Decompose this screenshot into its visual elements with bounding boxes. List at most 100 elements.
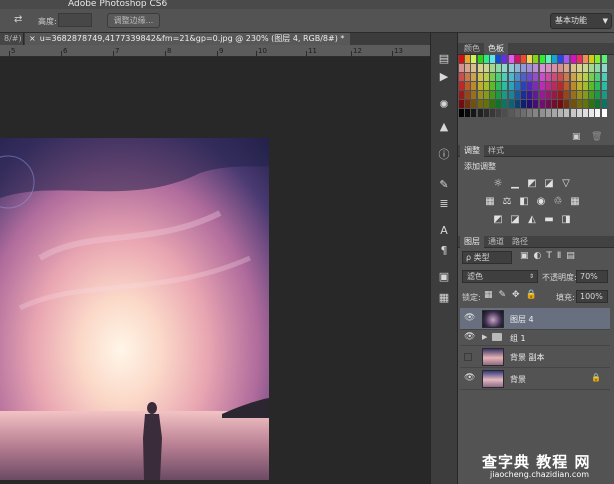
swatch[interactable] <box>558 109 564 117</box>
swatch[interactable] <box>496 82 502 90</box>
swatch[interactable] <box>459 82 464 90</box>
swatch[interactable] <box>595 73 601 81</box>
swatch[interactable] <box>483 109 489 117</box>
swatch[interactable] <box>589 91 595 99</box>
swatch[interactable] <box>490 82 495 90</box>
swatch[interactable] <box>601 109 607 117</box>
swatch[interactable] <box>490 100 495 108</box>
swatch[interactable] <box>521 55 526 63</box>
swatch[interactable] <box>564 55 570 63</box>
swatch[interactable] <box>539 55 545 63</box>
swatch[interactable] <box>576 109 582 117</box>
swatch[interactable] <box>533 55 539 63</box>
brush-presets-icon[interactable]: ≣ <box>436 197 452 211</box>
layer-row[interactable]: 👁 ▶ 组 1 <box>460 330 610 346</box>
swatch[interactable] <box>583 55 588 63</box>
swatch[interactable] <box>570 91 576 99</box>
swatch[interactable] <box>471 91 477 99</box>
swatch[interactable] <box>552 109 557 117</box>
swatch[interactable] <box>539 82 545 90</box>
swatch[interactable] <box>496 91 502 99</box>
swatch[interactable] <box>490 109 495 117</box>
swatch[interactable] <box>570 109 576 117</box>
swatch[interactable] <box>514 82 520 90</box>
swatch[interactable] <box>539 109 545 117</box>
swatch[interactable] <box>490 55 495 63</box>
swatch[interactable] <box>514 100 520 108</box>
swatch[interactable] <box>502 100 508 108</box>
swatch[interactable] <box>514 64 520 72</box>
swatch[interactable] <box>576 91 582 99</box>
swatch[interactable] <box>527 100 533 108</box>
swatch[interactable] <box>601 91 607 99</box>
tab-layers[interactable]: 图层 <box>460 236 484 248</box>
eye-icon[interactable]: 👁 <box>464 313 475 323</box>
swatch[interactable] <box>459 55 464 63</box>
posterize-icon[interactable]: ◪ <box>509 214 521 225</box>
swatch[interactable] <box>465 100 471 108</box>
color-lookup-icon[interactable]: ▦ <box>569 196 581 207</box>
swatch-grid[interactable] <box>459 55 608 123</box>
swatch[interactable] <box>496 55 502 63</box>
swatch[interactable] <box>570 55 576 63</box>
vibrance-icon[interactable]: ▽ <box>560 178 572 189</box>
tab-close-icon[interactable]: × <box>29 34 36 43</box>
height-field[interactable] <box>58 13 92 27</box>
swatch[interactable] <box>545 73 551 81</box>
expand-arrow-icon[interactable]: ▶ <box>482 333 487 341</box>
swatch[interactable] <box>527 82 533 90</box>
adjustments-icon[interactable]: ✺ <box>436 98 452 112</box>
swatch[interactable] <box>564 73 570 81</box>
swatch[interactable] <box>589 100 595 108</box>
swatch[interactable] <box>508 109 514 117</box>
swatch[interactable] <box>533 91 539 99</box>
layer-row[interactable]: 👁 背景 🔒 <box>460 368 610 390</box>
swatch[interactable] <box>496 100 502 108</box>
swatch[interactable] <box>508 91 514 99</box>
swatch[interactable] <box>576 55 582 63</box>
layer-row[interactable]: 背景 副本 <box>460 346 610 368</box>
swatch[interactable] <box>527 73 533 81</box>
swatch[interactable] <box>533 100 539 108</box>
swatch[interactable] <box>477 82 483 90</box>
swatch[interactable] <box>533 82 539 90</box>
swatch[interactable] <box>508 64 514 72</box>
swatch[interactable] <box>583 82 588 90</box>
swatch[interactable] <box>465 64 471 72</box>
brightness-contrast-icon[interactable]: ☼ <box>492 178 504 189</box>
swatch[interactable] <box>545 82 551 90</box>
swatch[interactable] <box>595 64 601 72</box>
swatch[interactable] <box>502 91 508 99</box>
swatch[interactable] <box>514 109 520 117</box>
swatch[interactable] <box>533 73 539 81</box>
swatch[interactable] <box>558 91 564 99</box>
document-tab-previous[interactable]: 8/#) * <box>0 33 24 45</box>
notes-icon[interactable]: ▦ <box>436 291 452 305</box>
swatch[interactable] <box>514 73 520 81</box>
swap-dimensions-icon[interactable]: ⇄ <box>14 14 22 25</box>
swatch[interactable] <box>589 55 595 63</box>
swatch[interactable] <box>465 109 471 117</box>
swatch[interactable] <box>477 73 483 81</box>
swatch[interactable] <box>527 64 533 72</box>
blend-mode-select[interactable]: 滤色 ⇕ <box>462 270 538 283</box>
swatch[interactable] <box>570 82 576 90</box>
black-white-icon[interactable]: ◧ <box>518 196 530 207</box>
photo-filter-icon[interactable]: ◉ <box>535 196 547 207</box>
swatch[interactable] <box>483 82 489 90</box>
swatch[interactable] <box>508 82 514 90</box>
channel-mixer-icon[interactable]: ♲ <box>552 196 564 207</box>
layer-row[interactable]: 👁 图层 4 <box>460 308 610 330</box>
swatch[interactable] <box>576 100 582 108</box>
swatch[interactable] <box>471 55 477 63</box>
swatch[interactable] <box>521 91 526 99</box>
eye-icon[interactable]: 👁 <box>464 373 475 383</box>
swatch[interactable] <box>583 91 588 99</box>
hue-saturation-icon[interactable]: ▦ <box>484 196 496 207</box>
swatch[interactable] <box>459 109 464 117</box>
document-tab-active[interactable]: × u=3682878749,4177339842&fm=21&gp=0.jpg … <box>25 33 350 45</box>
new-swatch-icon[interactable]: ▣ <box>572 132 581 142</box>
tab-swatches[interactable]: 色板 <box>484 43 508 55</box>
swatch[interactable] <box>508 100 514 108</box>
swatch[interactable] <box>502 55 508 63</box>
